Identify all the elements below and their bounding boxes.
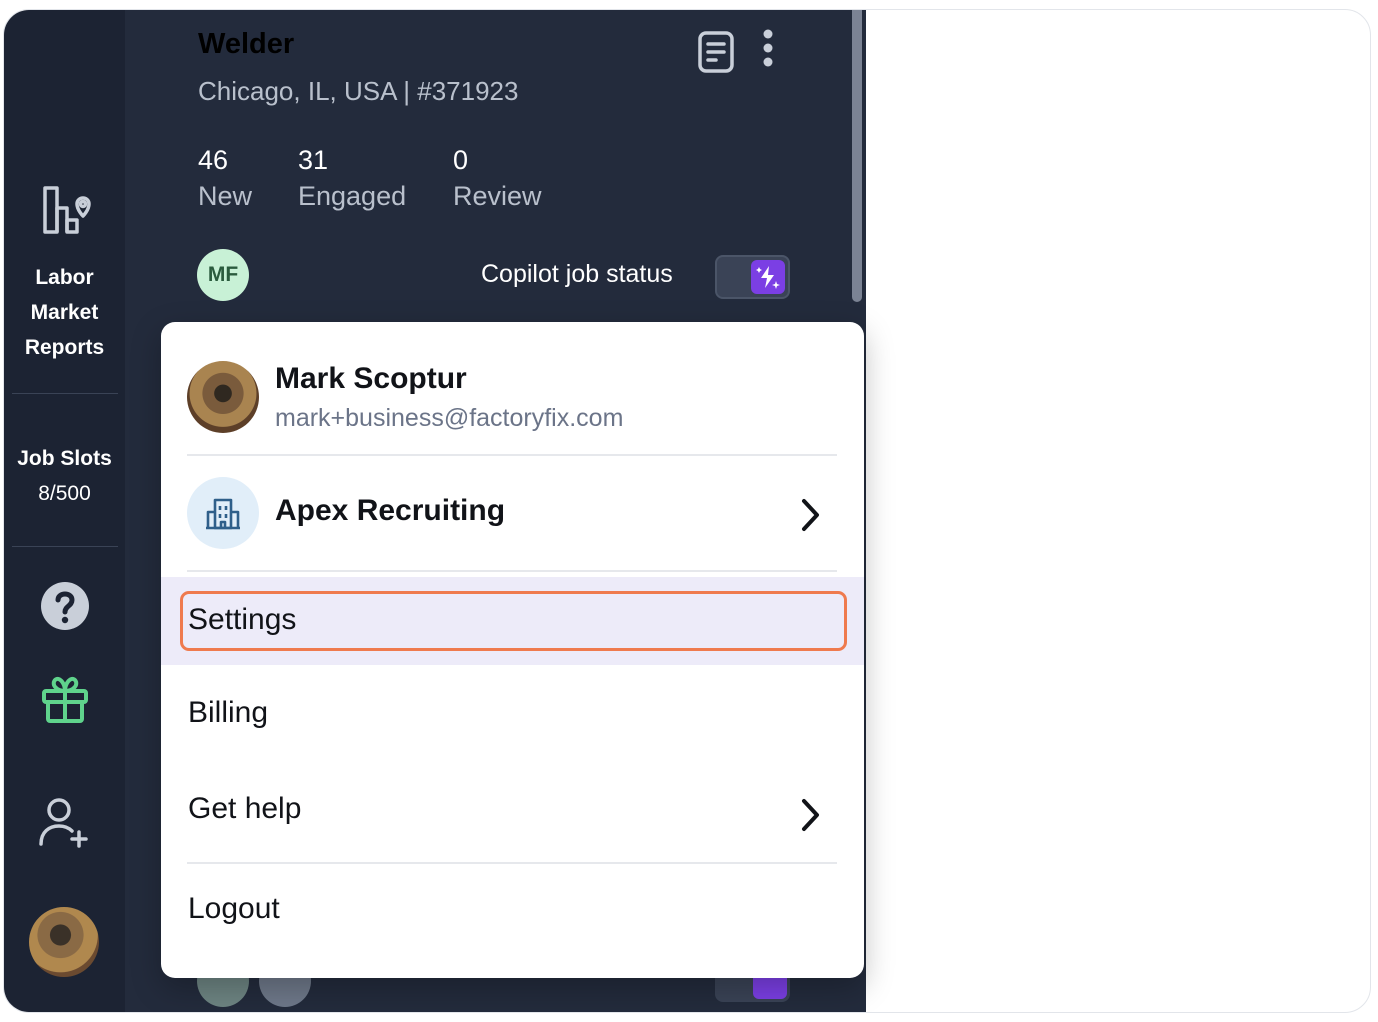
left-rail: Labor Market Reports Job Slots 8/500 (4, 10, 125, 1012)
stat-value: 0 (453, 145, 469, 175)
rail-divider (12, 393, 118, 394)
market-line: Market (30, 301, 99, 324)
user-name: Mark Scoptur (275, 362, 467, 395)
menu-item-get-help[interactable]: Get help (188, 792, 301, 826)
chevron-right-icon[interactable] (797, 497, 823, 538)
stat-review[interactable]: 0 Review (453, 142, 542, 214)
menu-item-logout[interactable]: Logout (188, 892, 280, 926)
account-menu: Mark Scoptur mark+business@factoryfix.co… (161, 322, 864, 978)
labor-line: Labor (35, 266, 94, 289)
menu-item-billing[interactable]: Billing (188, 696, 268, 730)
stat-engaged[interactable]: 31 Engaged (298, 142, 406, 214)
rail-divider (12, 546, 118, 547)
menu-item-settings[interactable]: Settings (161, 577, 864, 665)
stat-value: 46 (198, 145, 229, 175)
stat-label: New (198, 181, 253, 211)
labor-market-icon[interactable] (4, 182, 125, 243)
user-avatar (187, 361, 259, 433)
menu-divider (187, 454, 837, 456)
labor-market-reports-link[interactable]: Labor Market Reports (4, 260, 125, 365)
menu-divider (187, 570, 837, 572)
add-user-icon[interactable] (4, 796, 125, 853)
job-title[interactable]: Welder (198, 28, 294, 61)
stat-label: Engaged (298, 181, 407, 211)
more-options-icon[interactable] (756, 28, 780, 73)
reports-line: Reports (24, 336, 105, 359)
stat-new[interactable]: 46 New (198, 142, 252, 214)
chevron-right-icon[interactable] (797, 797, 823, 838)
job-id: #371923 (417, 76, 519, 106)
job-subtitle: Chicago, IL, USA | #371923 (198, 76, 518, 107)
job-slots-value: 8/500 (38, 482, 91, 505)
copilot-sparkle-icon (751, 260, 785, 294)
panel-scrollbar[interactable] (852, 10, 862, 302)
stat-label: Review (453, 181, 542, 211)
stat-value: 31 (298, 145, 329, 175)
user-avatar-button[interactable] (29, 907, 99, 977)
notes-icon[interactable] (696, 30, 736, 79)
app-window: Labor Market Reports Job Slots 8/500 Wel… (3, 9, 1371, 1013)
job-location: Chicago, IL, USA (198, 76, 396, 106)
assignee-badge[interactable]: MF (197, 249, 249, 301)
building-icon (187, 477, 259, 549)
menu-divider (187, 862, 837, 864)
job-slots-title: Job Slots (17, 447, 112, 470)
help-icon[interactable] (4, 580, 125, 637)
settings-label: Settings (188, 603, 297, 636)
gift-icon[interactable] (4, 673, 125, 730)
org-name[interactable]: Apex Recruiting (275, 494, 505, 528)
user-email: mark+business@factoryfix.com (275, 404, 624, 432)
copilot-toggle[interactable] (715, 255, 790, 299)
copilot-status-label: Copilot job status (481, 260, 673, 288)
job-separator: | (403, 76, 410, 106)
